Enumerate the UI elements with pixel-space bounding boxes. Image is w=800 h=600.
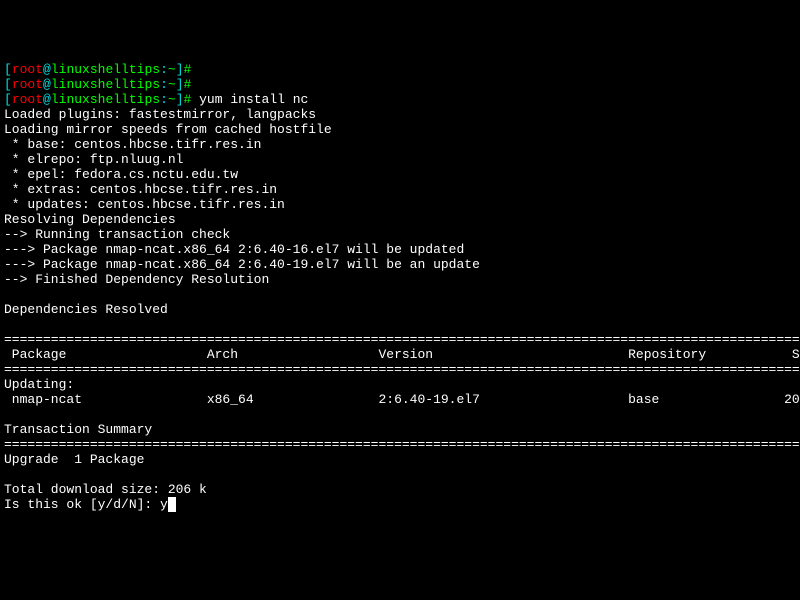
download-size: Total download size: 206 k bbox=[4, 482, 207, 497]
output-line: Resolving Dependencies bbox=[4, 212, 176, 227]
output-line: Loaded plugins: fastestmirror, langpacks bbox=[4, 107, 316, 122]
table-divider: ========================================… bbox=[4, 362, 800, 377]
transaction-summary: Transaction Summary bbox=[4, 422, 152, 437]
output-line: ---> Package nmap-ncat.x86_64 2:6.40-16.… bbox=[4, 242, 464, 257]
table-divider: ========================================… bbox=[4, 437, 800, 452]
output-line: * elrepo: ftp.nluug.nl bbox=[4, 152, 183, 167]
confirm-prompt: Is this ok [y/d/N]: bbox=[4, 497, 160, 512]
confirm-input[interactable]: y bbox=[160, 497, 168, 512]
upgrade-line: Upgrade 1 Package bbox=[4, 452, 144, 467]
table-row: nmap-ncat x86_64 2:6.40-19.el7 base 206 … bbox=[4, 392, 800, 407]
output-line: ---> Package nmap-ncat.x86_64 2:6.40-19.… bbox=[4, 257, 480, 272]
output-line: * extras: centos.hbcse.tifr.res.in bbox=[4, 182, 277, 197]
table-header: Package Arch Version Repository Size bbox=[4, 347, 800, 362]
command-text: yum install nc bbox=[191, 92, 308, 107]
cursor-icon bbox=[168, 497, 176, 512]
output-line: --> Running transaction check bbox=[4, 227, 230, 242]
prompt-line-1: [root@linuxshelltips:~]# bbox=[4, 62, 191, 77]
table-divider: ========================================… bbox=[4, 332, 800, 347]
output-line: * updates: centos.hbcse.tifr.res.in bbox=[4, 197, 285, 212]
terminal-output[interactable]: [root@linuxshelltips:~]# [root@linuxshel… bbox=[4, 62, 796, 512]
updating-label: Updating: bbox=[4, 377, 74, 392]
prompt-line-2: [root@linuxshelltips:~]# bbox=[4, 77, 191, 92]
output-line: * epel: fedora.cs.nctu.edu.tw bbox=[4, 167, 238, 182]
output-line: * base: centos.hbcse.tifr.res.in bbox=[4, 137, 261, 152]
output-line: --> Finished Dependency Resolution bbox=[4, 272, 269, 287]
output-line: Dependencies Resolved bbox=[4, 302, 168, 317]
output-line: Loading mirror speeds from cached hostfi… bbox=[4, 122, 332, 137]
prompt-line-3: [root@linuxshelltips:~]# bbox=[4, 92, 191, 107]
